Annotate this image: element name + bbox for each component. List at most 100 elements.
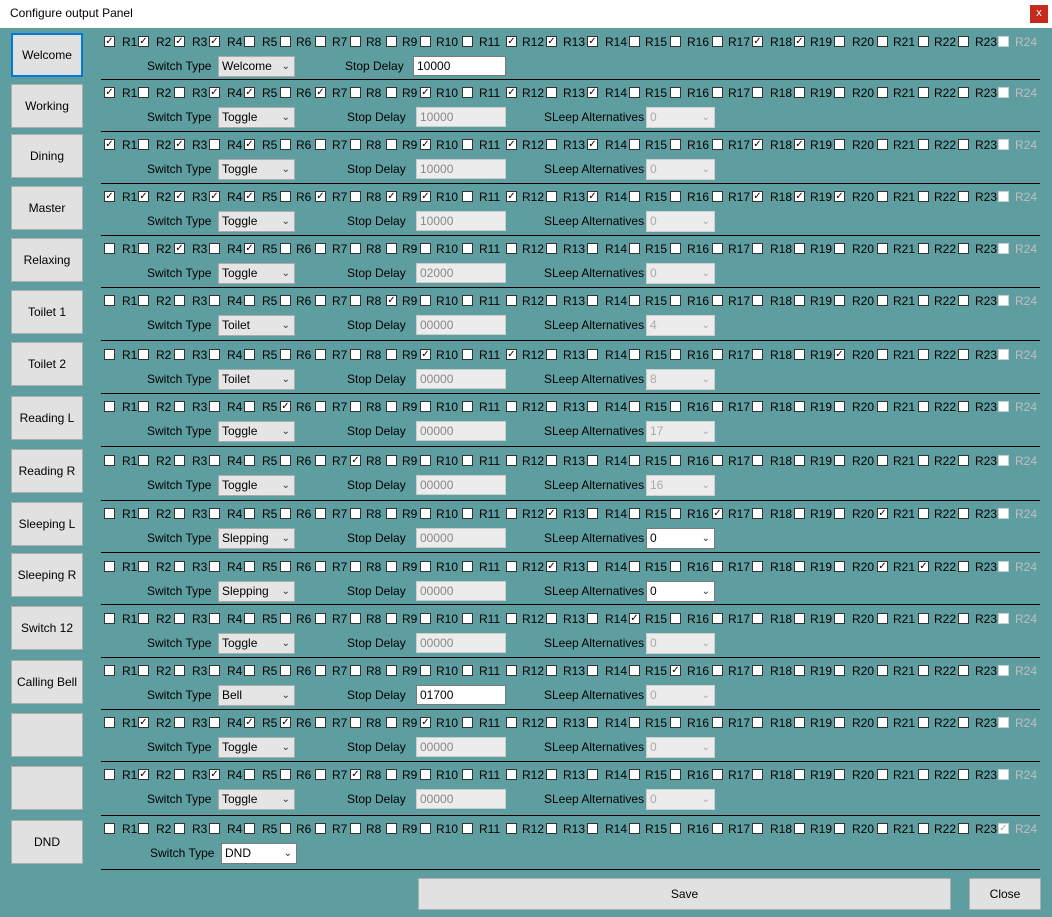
switch-type-select[interactable]: Toggle ⌄ bbox=[218, 107, 295, 128]
relay-checkbox[interactable] bbox=[386, 455, 397, 466]
relay-checkbox[interactable] bbox=[174, 717, 185, 728]
relay-checkbox[interactable] bbox=[794, 295, 805, 306]
relay-checkbox[interactable] bbox=[209, 295, 220, 306]
relay-checkbox[interactable] bbox=[877, 769, 888, 780]
relay-checkbox[interactable] bbox=[386, 665, 397, 676]
relay-checkbox[interactable] bbox=[280, 295, 291, 306]
relay-checkbox[interactable] bbox=[712, 665, 723, 676]
relay-checkbox[interactable] bbox=[834, 717, 845, 728]
relay-checkbox[interactable]: ✓ bbox=[420, 139, 431, 150]
relay-checkbox[interactable] bbox=[918, 243, 929, 254]
relay-checkbox[interactable] bbox=[462, 349, 473, 360]
relay-checkbox[interactable] bbox=[794, 508, 805, 519]
relay-checkbox[interactable] bbox=[462, 36, 473, 47]
relay-checkbox[interactable] bbox=[958, 295, 969, 306]
relay-checkbox[interactable] bbox=[546, 139, 557, 150]
relay-checkbox[interactable] bbox=[712, 36, 723, 47]
row-button[interactable]: Calling Bell bbox=[11, 660, 83, 704]
relay-checkbox[interactable] bbox=[834, 401, 845, 412]
relay-checkbox[interactable] bbox=[712, 561, 723, 572]
relay-checkbox[interactable] bbox=[315, 295, 326, 306]
relay-checkbox[interactable] bbox=[420, 769, 431, 780]
relay-checkbox[interactable] bbox=[712, 191, 723, 202]
relay-checkbox[interactable] bbox=[629, 455, 640, 466]
relay-checkbox[interactable] bbox=[420, 613, 431, 624]
relay-checkbox[interactable] bbox=[462, 613, 473, 624]
relay-checkbox[interactable]: ✓ bbox=[752, 139, 763, 150]
relay-checkbox[interactable] bbox=[918, 139, 929, 150]
relay-checkbox[interactable] bbox=[315, 613, 326, 624]
switch-type-select[interactable]: Toggle ⌄ bbox=[218, 263, 295, 284]
relay-checkbox[interactable] bbox=[587, 243, 598, 254]
relay-checkbox[interactable] bbox=[174, 508, 185, 519]
switch-type-select[interactable]: Toilet ⌄ bbox=[218, 315, 295, 336]
relay-checkbox[interactable]: ✓ bbox=[420, 717, 431, 728]
relay-checkbox[interactable] bbox=[629, 87, 640, 98]
switch-type-select[interactable]: Slepping ⌄ bbox=[218, 528, 295, 549]
relay-checkbox[interactable] bbox=[629, 823, 640, 834]
relay-checkbox[interactable] bbox=[420, 243, 431, 254]
relay-checkbox[interactable] bbox=[752, 243, 763, 254]
relay-checkbox[interactable] bbox=[174, 349, 185, 360]
switch-type-select[interactable]: Toggle ⌄ bbox=[218, 737, 295, 758]
relay-checkbox[interactable] bbox=[174, 401, 185, 412]
relay-checkbox[interactable] bbox=[350, 561, 361, 572]
relay-checkbox[interactable] bbox=[629, 401, 640, 412]
relay-checkbox[interactable] bbox=[315, 36, 326, 47]
relay-checkbox[interactable] bbox=[244, 295, 255, 306]
relay-checkbox[interactable] bbox=[315, 139, 326, 150]
row-button[interactable]: Toilet 2 bbox=[11, 342, 83, 386]
relay-checkbox[interactable] bbox=[670, 508, 681, 519]
relay-checkbox[interactable] bbox=[834, 139, 845, 150]
relay-checkbox[interactable] bbox=[386, 139, 397, 150]
row-button[interactable]: Toilet 1 bbox=[11, 290, 83, 334]
relay-checkbox[interactable]: ✓ bbox=[350, 769, 361, 780]
switch-type-select[interactable]: Toggle ⌄ bbox=[218, 211, 295, 232]
relay-checkbox[interactable]: ✓ bbox=[386, 191, 397, 202]
relay-checkbox[interactable] bbox=[546, 717, 557, 728]
row-button[interactable]: Working bbox=[11, 84, 83, 128]
relay-checkbox[interactable] bbox=[712, 87, 723, 98]
relay-checkbox[interactable] bbox=[918, 823, 929, 834]
relay-checkbox[interactable] bbox=[670, 349, 681, 360]
relay-checkbox[interactable] bbox=[138, 455, 149, 466]
relay-checkbox[interactable] bbox=[712, 243, 723, 254]
relay-checkbox[interactable] bbox=[350, 349, 361, 360]
relay-checkbox[interactable] bbox=[958, 508, 969, 519]
row-button[interactable]: Sleeping L bbox=[11, 502, 83, 546]
switch-type-select[interactable]: Slepping ⌄ bbox=[218, 581, 295, 602]
relay-checkbox[interactable] bbox=[104, 613, 115, 624]
row-button[interactable]: Reading R bbox=[11, 449, 83, 493]
relay-checkbox[interactable] bbox=[958, 823, 969, 834]
relay-checkbox[interactable] bbox=[752, 561, 763, 572]
relay-checkbox[interactable]: ✓ bbox=[420, 191, 431, 202]
relay-checkbox[interactable] bbox=[587, 349, 598, 360]
relay-checkbox[interactable] bbox=[918, 613, 929, 624]
relay-checkbox[interactable] bbox=[315, 769, 326, 780]
relay-checkbox[interactable] bbox=[752, 349, 763, 360]
switch-type-select[interactable]: Toggle ⌄ bbox=[218, 475, 295, 496]
relay-checkbox[interactable] bbox=[386, 561, 397, 572]
relay-checkbox[interactable] bbox=[280, 36, 291, 47]
relay-checkbox[interactable] bbox=[587, 295, 598, 306]
switch-type-select[interactable]: Welcome ⌄ bbox=[218, 56, 295, 77]
relay-checkbox[interactable] bbox=[244, 36, 255, 47]
relay-checkbox[interactable] bbox=[546, 823, 557, 834]
relay-checkbox[interactable] bbox=[877, 613, 888, 624]
relay-checkbox[interactable] bbox=[350, 36, 361, 47]
relay-checkbox[interactable] bbox=[629, 665, 640, 676]
relay-checkbox[interactable] bbox=[506, 561, 517, 572]
relay-checkbox[interactable] bbox=[712, 455, 723, 466]
relay-checkbox[interactable]: ✓ bbox=[174, 139, 185, 150]
relay-checkbox[interactable] bbox=[462, 508, 473, 519]
relay-checkbox[interactable] bbox=[280, 823, 291, 834]
relay-checkbox[interactable] bbox=[104, 401, 115, 412]
relay-checkbox[interactable] bbox=[209, 455, 220, 466]
switch-type-select[interactable]: DND ⌄ bbox=[221, 843, 297, 864]
relay-checkbox[interactable] bbox=[794, 561, 805, 572]
relay-checkbox[interactable] bbox=[462, 455, 473, 466]
relay-checkbox[interactable] bbox=[420, 665, 431, 676]
relay-checkbox[interactable] bbox=[752, 823, 763, 834]
relay-checkbox[interactable] bbox=[244, 665, 255, 676]
relay-checkbox[interactable] bbox=[794, 349, 805, 360]
